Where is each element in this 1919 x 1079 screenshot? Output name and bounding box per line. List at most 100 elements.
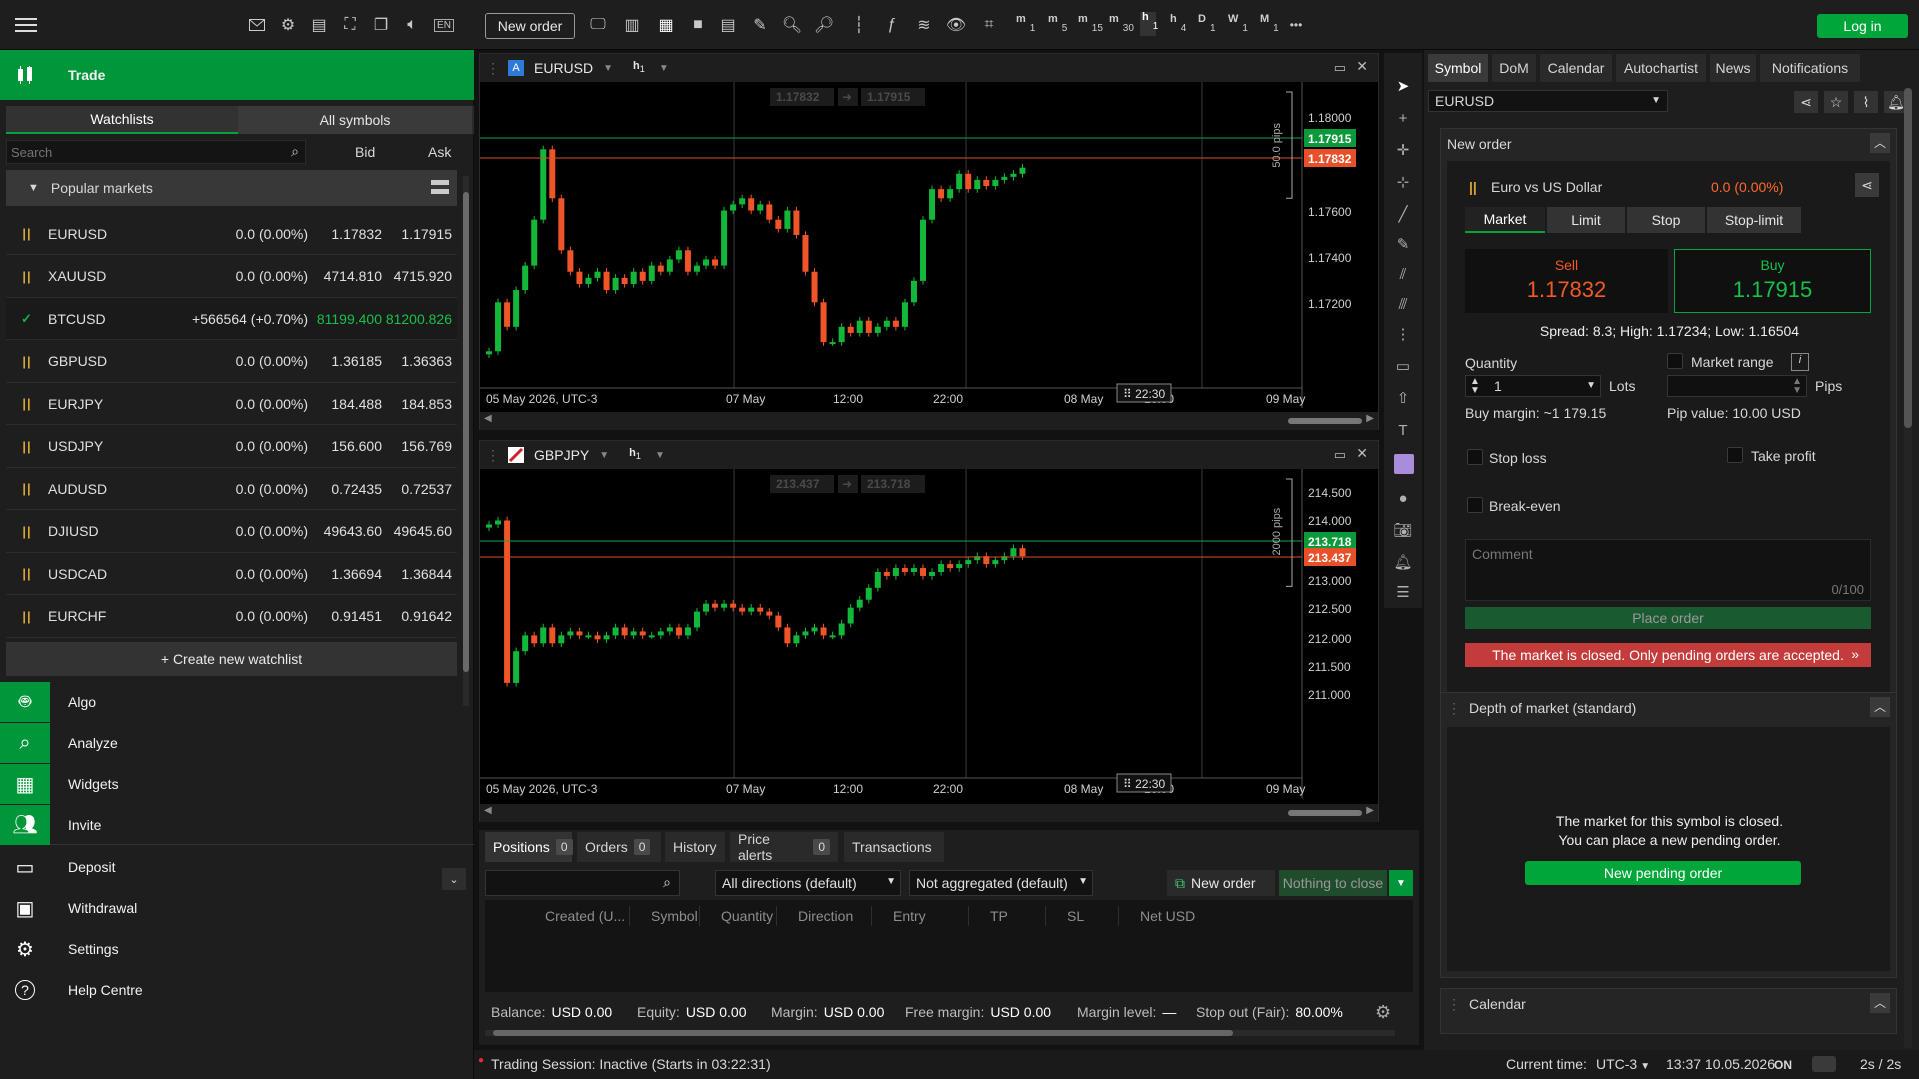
hamburger-menu-icon[interactable]	[12, 11, 40, 39]
row-bid[interactable]: 0.91451	[308, 608, 382, 624]
watchlist-row[interactable]: || EURJPY 0.0 (0.00%) 184.488 184.853	[6, 383, 457, 425]
chart-symbol[interactable]: GBPJPY	[534, 447, 589, 463]
watchlist-row[interactable]: || USDCAD 0.0 (0.00%) 1.36694 1.36844	[6, 553, 457, 595]
watchlist-row[interactable]: || DJIUSD 0.0 (0.00%) 49643.60 49645.60	[6, 511, 457, 553]
watchlist-row[interactable]: || XAUUSD 0.0 (0.00%) 4714.810 4715.920	[6, 256, 457, 298]
search-icon[interactable]: ⌕	[663, 874, 671, 891]
camera-icon[interactable]: 📷︎	[1384, 515, 1422, 545]
copy-trading-icon[interactable]: ⚙	[274, 11, 302, 39]
row-ask[interactable]: 1.36844	[382, 566, 452, 582]
comment-field[interactable]: Comment 0/100	[1465, 539, 1871, 601]
row-ask[interactable]: 0.72537	[382, 481, 452, 497]
positions-search[interactable]: ⌕	[485, 870, 680, 896]
watchlist-row[interactable]: || GBPUSD 0.0 (0.00%) 1.36185 1.36363	[6, 341, 457, 383]
maximize-icon[interactable]: ▭	[1334, 447, 1346, 463]
indicator-icon[interactable]: ƒ	[878, 11, 906, 39]
nav-item-help-centre[interactable]: ? Help Centre	[0, 970, 474, 1010]
pitchfork-icon[interactable]: ⫽	[1384, 259, 1422, 289]
order-type-stop[interactable]: Stop	[1627, 207, 1705, 233]
calculator-icon[interactable]: ▤	[305, 11, 333, 39]
nothing-to-close-button[interactable]: Nothing to close	[1279, 870, 1387, 896]
timeframe-m15[interactable]: m15	[1078, 14, 1103, 34]
zoom-in-icon[interactable]: 🔍︎	[778, 11, 806, 39]
collapse-icon[interactable]: ︿	[1870, 697, 1890, 717]
symbol-select[interactable]: EURUSD ▼	[1428, 90, 1668, 112]
dropdown-arrow-icon[interactable]: ▼	[599, 450, 609, 461]
nav-item-algo[interactable]: 🤖︎ Algo	[0, 682, 474, 722]
row-ask[interactable]: 1.17915	[382, 226, 452, 242]
search-icon[interactable]: ⌕	[291, 143, 299, 160]
place-order-button[interactable]: Place order	[1465, 607, 1871, 629]
watchlist-search[interactable]: ⌕	[6, 140, 306, 164]
layers-icon[interactable]: ≋	[910, 11, 938, 39]
language-selector[interactable]: EN	[430, 11, 458, 39]
draw-icon[interactable]: ✎	[746, 11, 774, 39]
dropdown-arrow-icon[interactable]: ▼	[603, 63, 613, 74]
layout-icon[interactable]: ▥	[618, 11, 646, 39]
row-bid[interactable]: 1.36185	[308, 353, 382, 369]
search-input[interactable]	[11, 143, 271, 161]
quantity-stepper[interactable]: ▲ ▼ 1 ▼	[1465, 375, 1601, 397]
watchlist-row[interactable]: || EURCHF 0.0 (0.00%) 0.91451 0.91642	[6, 596, 457, 638]
order-type-market[interactable]: Market	[1465, 207, 1545, 233]
timeframe-m1[interactable]: m1	[1016, 14, 1035, 34]
row-ask[interactable]: 0.91642	[382, 608, 452, 624]
more-icon[interactable]: •••	[1282, 11, 1310, 39]
create-watchlist-button[interactable]: + Create new watchlist	[6, 642, 457, 676]
row-bid[interactable]: 156.600	[308, 438, 382, 454]
row-bid[interactable]: 4714.810	[308, 268, 382, 284]
close-menu-chevron-icon[interactable]: ▼	[1389, 870, 1413, 896]
list-view-icon[interactable]	[431, 180, 449, 194]
alert-bell-icon[interactable]: 🔔︎	[1384, 547, 1422, 577]
crosshair-icon[interactable]: +	[1384, 103, 1422, 133]
timeframe-h1[interactable]: h1	[1140, 12, 1158, 36]
rectangle-icon[interactable]: ▭	[1384, 351, 1422, 381]
aggregation-select[interactable]: Not aggregated (default) ▼	[909, 870, 1093, 896]
nav-item-analyze[interactable]: ⌕ Analyze	[0, 723, 474, 763]
eurusd-chart-canvas[interactable]: 1.18000 1.17600 1.17400 1.17200 1.17915 1.178…	[480, 82, 1378, 412]
template-icon[interactable]: ⌗	[975, 11, 1003, 39]
timeframe-m5[interactable]: m5	[1048, 14, 1067, 34]
eye-icon[interactable]: 👁︎	[942, 11, 970, 39]
dot-icon[interactable]: ●	[1384, 483, 1422, 513]
positions-new-order-button[interactable]: ⧉ New order	[1167, 870, 1275, 896]
tab-watchlists[interactable]: Watchlists	[6, 106, 238, 134]
row-bid[interactable]: 184.488	[308, 396, 382, 412]
chart-horizontal-scrollbar[interactable]: ◀ ▶	[480, 412, 1378, 430]
row-ask[interactable]: 1.36363	[382, 353, 452, 369]
pen-icon[interactable]: ✎	[1384, 229, 1422, 259]
levels-icon[interactable]: ⋮	[1384, 319, 1422, 349]
tab-dom[interactable]: DoM	[1492, 54, 1536, 82]
login-button[interactable]: Log in	[1817, 14, 1908, 38]
tab-calendar[interactable]: Calendar	[1540, 54, 1612, 82]
market-range-checkbox[interactable]	[1667, 353, 1683, 369]
sound-icon[interactable]: 🔈︎	[398, 11, 426, 39]
measure-icon[interactable]: ⊹	[1384, 167, 1422, 197]
share-icon[interactable]: ⋖	[1855, 173, 1879, 197]
tab-notifications[interactable]: Notifications	[1760, 54, 1860, 82]
watchlist-scrollbar[interactable]	[463, 176, 469, 706]
break-even-checkbox[interactable]	[1467, 497, 1483, 513]
market-closed-banner[interactable]: The market is closed. Only pending order…	[1465, 643, 1871, 667]
timeframe-M1[interactable]: M1	[1260, 14, 1279, 34]
collapse-icon[interactable]: ︿	[1870, 133, 1890, 153]
row-bid[interactable]: 1.36694	[308, 566, 382, 582]
watchlist-row[interactable]: || USDJPY 0.0 (0.00%) 156.600 156.769	[6, 426, 457, 468]
positions-scrollbar[interactable]	[485, 1030, 1395, 1036]
grid-layout-icon[interactable]: ▦	[652, 11, 680, 39]
row-ask[interactable]: 156.769	[382, 438, 452, 454]
nav-item-invite[interactable]: 👥︎ Invite	[0, 804, 474, 845]
buy-button[interactable]: Buy 1.17915	[1674, 249, 1871, 313]
tab-history[interactable]: History	[665, 832, 725, 862]
trendline-icon[interactable]: ╱	[1384, 199, 1422, 229]
timeframe-W1[interactable]: W1	[1228, 14, 1248, 34]
tab-all-symbols[interactable]: All symbols	[238, 106, 472, 134]
trade-nav-item[interactable]: Trade	[0, 50, 474, 100]
take-profit-checkbox[interactable]	[1727, 447, 1743, 463]
chart-symbol[interactable]: EURUSD	[534, 60, 593, 76]
share-icon[interactable]: ⋖	[1794, 91, 1818, 113]
timezone-select[interactable]: UTC-3 ▼	[1596, 1056, 1650, 1072]
tab-news[interactable]: News	[1710, 54, 1756, 82]
column-header[interactable]: Symbol	[651, 908, 698, 924]
timeframe-dropdown-icon[interactable]: ▼	[655, 450, 665, 461]
